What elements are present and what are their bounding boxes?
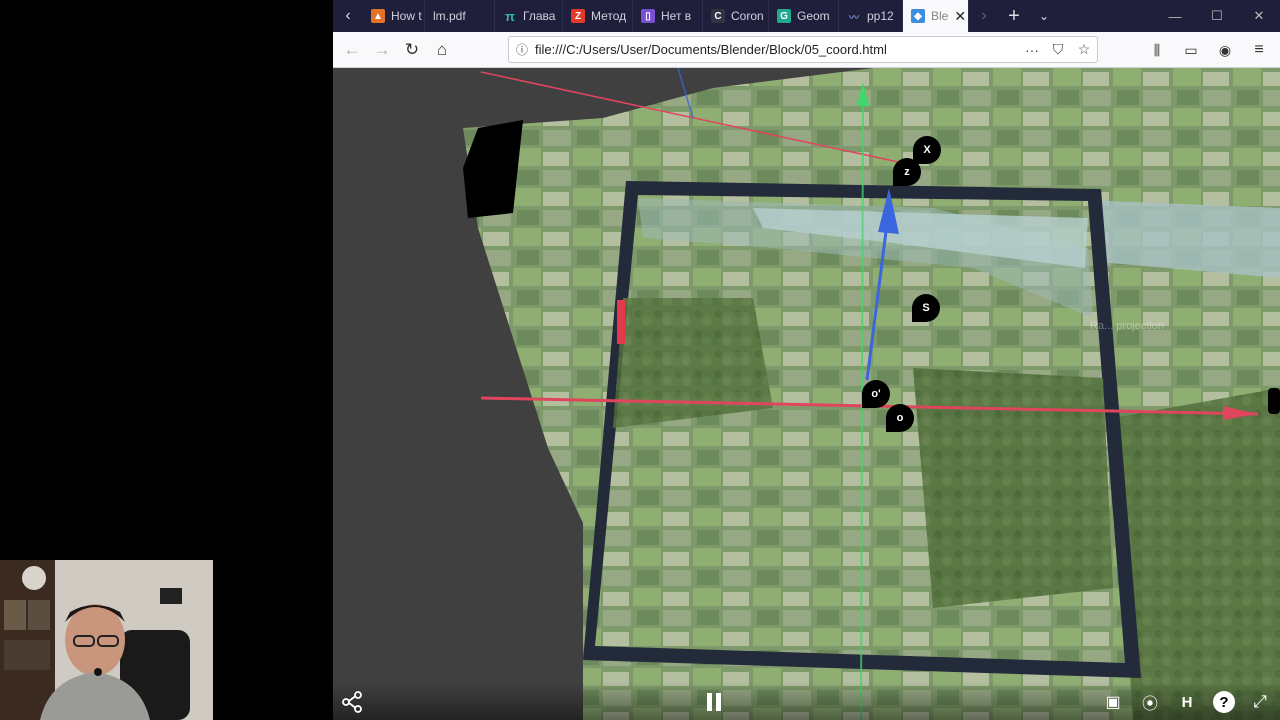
pi-icon: π — [505, 8, 515, 24]
label-z-pin: z — [893, 158, 921, 186]
tab-label: Метод — [591, 9, 627, 23]
tab-label: Ble — [931, 9, 949, 23]
label-o-prime-pin: o' — [862, 380, 890, 408]
browser-window: ‹ ▲ How t lm.pdf π Глава Z Метод ▯ Нет в… — [333, 0, 1280, 720]
watermark-text: Ra... projection — [1090, 320, 1164, 332]
tab-label: pp12 — [867, 9, 894, 23]
fullscreen-icon[interactable]: ⤢ — [1246, 688, 1274, 716]
red-marker — [617, 300, 625, 344]
tab-label: lm.pdf — [433, 9, 466, 23]
close-tab-icon[interactable]: ✕ — [954, 8, 966, 25]
menu-icon[interactable]: ≡ — [1244, 35, 1274, 65]
close-window-button[interactable]: ✕ — [1238, 0, 1280, 32]
tab-0[interactable]: ▲ How t — [363, 0, 425, 32]
svg-text:?: ? — [1219, 694, 1228, 711]
tab-bar: ‹ ▲ How t lm.pdf π Глава Z Метод ▯ Нет в… — [333, 0, 1280, 32]
3d-viewport[interactable]: X z S o' o Ra... projection — [333, 68, 1280, 720]
maximize-button[interactable]: ☐ — [1196, 0, 1238, 32]
shield-icon: ◆ — [911, 9, 925, 23]
pocket-icon[interactable]: ⛉ — [1045, 41, 1071, 58]
video-player-controls: ▣ ⦿ H ? ⤢ — [333, 682, 1280, 720]
home-button[interactable]: ⌂ — [427, 35, 457, 65]
tab-list-button[interactable]: ⌄ — [1029, 0, 1059, 32]
tab-6[interactable]: G Geom — [769, 0, 839, 32]
tab-label: Geom — [797, 9, 830, 23]
webcam-overlay — [0, 560, 213, 720]
tab-5[interactable]: C Coron — [703, 0, 769, 32]
info-icon[interactable]: ⓘ — [509, 41, 535, 58]
tab-label: Нет в — [661, 9, 692, 23]
share-icon[interactable] — [338, 688, 366, 716]
bookmark-star-icon[interactable]: ☆ — [1071, 41, 1097, 58]
tab-scroll-right-button[interactable]: › — [969, 0, 999, 32]
doc-icon: ▯ — [641, 9, 655, 23]
vr-view-icon[interactable]: ⦿ — [1136, 688, 1164, 716]
z-icon: Z — [571, 9, 585, 23]
minimize-button[interactable]: — — [1154, 0, 1196, 32]
help-icon[interactable]: ? — [1210, 688, 1238, 716]
pause-button[interactable] — [700, 688, 728, 716]
webcam-video — [0, 560, 213, 720]
tab-7[interactable]: 〰 pp12 — [839, 0, 903, 32]
terrain-scene — [463, 68, 1280, 720]
new-tab-button[interactable]: + — [999, 0, 1029, 32]
hd-quality-icon[interactable]: H — [1173, 688, 1201, 716]
label-x-pin: X — [913, 136, 941, 164]
tab-2[interactable]: π Глава — [495, 0, 563, 32]
navigation-bar: ← → ↻ ⌂ ⓘ file:///C:/Users/User/Document… — [333, 32, 1280, 68]
tab-1[interactable]: lm.pdf — [425, 0, 495, 32]
c-icon: C — [711, 9, 725, 23]
tab-label: How t — [391, 9, 422, 23]
sidebar-icon[interactable]: ▭ — [1176, 35, 1206, 65]
fire-icon: ▲ — [371, 9, 385, 23]
tab-4[interactable]: ▯ Нет в — [633, 0, 703, 32]
library-icon[interactable]: ⫼ — [1142, 35, 1172, 65]
page-actions-icon[interactable]: ··· — [1019, 42, 1045, 58]
wave-icon: 〰 — [849, 12, 859, 24]
tab-3[interactable]: Z Метод — [563, 0, 633, 32]
url-bar[interactable]: ⓘ file:///C:/Users/User/Documents/Blende… — [508, 36, 1098, 63]
account-icon[interactable]: ◉ — [1210, 35, 1240, 65]
tab-label: Глава — [523, 9, 556, 23]
url-text[interactable]: file:///C:/Users/User/Documents/Blender/… — [535, 42, 1019, 57]
label-o-pin: o — [886, 404, 914, 432]
g-icon: G — [777, 9, 791, 23]
tab-scroll-left-button[interactable]: ‹ — [333, 0, 363, 32]
reload-button[interactable]: ↻ — [397, 35, 427, 65]
back-button[interactable]: ← — [337, 35, 367, 65]
tab-label: Coron — [731, 9, 764, 23]
forward-button[interactable]: → — [367, 35, 397, 65]
label-s-pin: S — [912, 294, 940, 322]
tab-8-active[interactable]: ◆ Ble ✕ — [903, 0, 969, 32]
picture-in-picture-icon[interactable]: ▣ — [1099, 688, 1127, 716]
